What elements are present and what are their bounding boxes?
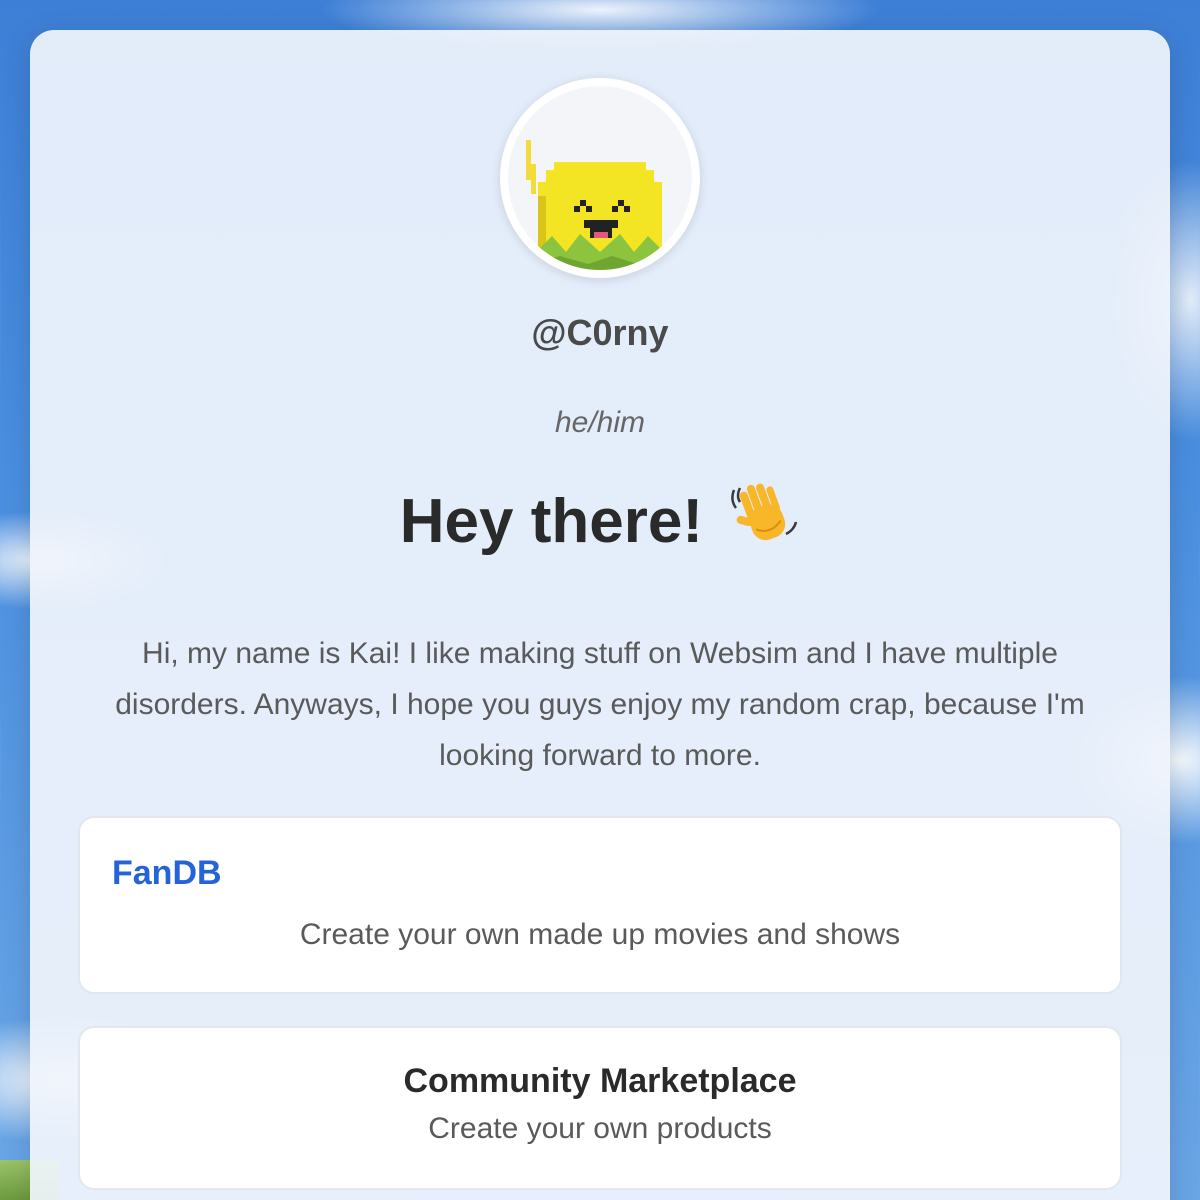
profile-card: @C0rny he/him Hey there! Hi, my name is … xyxy=(30,30,1170,1200)
link-card-community-marketplace[interactable]: Community Marketplace Create your own pr… xyxy=(78,1026,1122,1190)
link-card-fandb[interactable]: FanDB Create your own made up movies and… xyxy=(78,816,1122,994)
link-description-community-marketplace: Create your own products xyxy=(428,1112,772,1145)
greeting-text: Hey there! xyxy=(399,487,703,556)
avatar xyxy=(508,86,692,270)
link-title-fandb[interactable]: FanDB xyxy=(112,854,222,893)
link-title-community-marketplace[interactable]: Community Marketplace xyxy=(80,1062,1120,1101)
waving-hand-icon xyxy=(728,476,800,548)
pronouns: he/him xyxy=(554,406,646,439)
greeting-heading: Hey there! xyxy=(30,476,1170,557)
bio-text: Hi, my name is Kai! I like making stuff … xyxy=(115,637,1085,772)
avatar-frame xyxy=(500,78,700,278)
pixel-corn-mascot-icon xyxy=(526,140,662,270)
username: @C0rny xyxy=(531,312,669,353)
link-description-fandb: Create your own made up movies and shows xyxy=(299,918,901,951)
